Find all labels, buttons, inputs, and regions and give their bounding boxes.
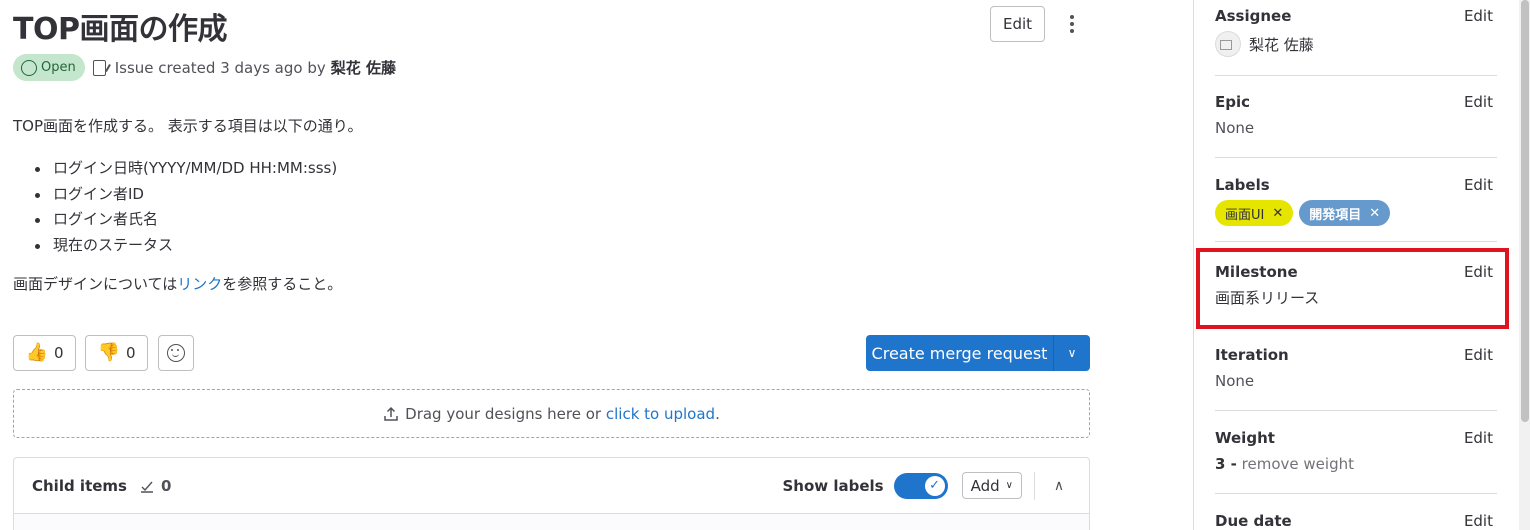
checklist-icon — [140, 481, 153, 493]
description-intro: TOP画面を作成する。 表示する項目は以下の通り。 — [13, 117, 363, 135]
assignee-name[interactable]: 梨花 佐藤 — [1249, 34, 1314, 55]
epic-section: Epic Edit None — [1215, 91, 1497, 139]
list-item: 現在のステータス — [35, 233, 435, 259]
add-child-dropdown[interactable]: Add ∨ — [961, 472, 1022, 499]
description-design-note: 画面デザインについてはリンクを参照すること。 — [13, 274, 342, 294]
assignee-edit-button[interactable]: Edit — [1464, 7, 1493, 25]
thumbs-down-icon: 👎 — [97, 342, 120, 363]
checkmark-icon: ✓ — [924, 475, 945, 496]
list-item: ログイン者ID — [35, 182, 435, 208]
label-chip-text: 画面UI — [1225, 207, 1265, 223]
chevron-up-icon[interactable]: ∧ — [1047, 474, 1071, 498]
merge-request-label[interactable]: Create merge request — [866, 335, 1054, 371]
weight-value: 3 - — [1215, 455, 1237, 473]
milestone-highlight-box — [1196, 248, 1509, 329]
chevron-down-icon: ∨ — [1005, 480, 1013, 491]
close-icon[interactable]: ✕ — [1369, 206, 1380, 221]
labels-edit-button[interactable]: Edit — [1464, 176, 1493, 194]
scrollbar-thumb[interactable] — [1521, 0, 1529, 422]
labels-label: Labels — [1215, 176, 1270, 194]
label-chip-text: 開発項目 — [1309, 207, 1362, 223]
thumbs-up-button[interactable]: 👍 0 — [13, 335, 76, 371]
issue-meta: Open Issue created 3 days ago by 梨花 佐藤 — [13, 54, 396, 81]
design-link[interactable]: リンク — [177, 275, 222, 293]
weight-section: Weight Edit 3 - remove weight — [1215, 427, 1497, 475]
upload-text-end: . — [715, 404, 720, 423]
epic-value: None — [1215, 119, 1255, 137]
child-items-count: 0 — [139, 477, 171, 495]
more-actions-icon[interactable] — [1061, 10, 1083, 38]
iteration-edit-button[interactable]: Edit — [1464, 346, 1493, 364]
click-to-upload-link[interactable]: click to upload — [606, 405, 715, 423]
upload-text: Drag your designs here or click to uploa… — [405, 405, 720, 423]
iteration-section: Iteration Edit None — [1215, 344, 1497, 392]
thumbs-down-count: 0 — [125, 344, 136, 362]
epic-label: Epic — [1215, 93, 1251, 111]
label-chip[interactable]: 画面UI ✕ — [1215, 200, 1294, 226]
issue-main: TOP画面の作成 Edit Open Issue created 3 days … — [0, 0, 1100, 530]
show-labels-label: Show labels — [782, 476, 884, 495]
edit-issue-button[interactable]: Edit — [990, 6, 1045, 42]
design-upload-dropzone[interactable]: Drag your designs here or click to uploa… — [13, 389, 1090, 438]
due-date-edit-button[interactable]: Edit — [1464, 512, 1493, 530]
child-items-card: Child items 0 Show labels ✓ Add ∨ ∧ — [13, 457, 1090, 530]
assignee-section: Assignee Edit 梨花 佐藤 — [1215, 5, 1497, 57]
list-item: ログイン者氏名 — [35, 207, 435, 233]
child-items-title: Child items — [32, 476, 127, 495]
child-count-value: 0 — [160, 476, 172, 495]
add-reaction-button[interactable] — [158, 335, 194, 371]
issue-description: TOP画面を作成する。 表示する項目は以下の通り。 ログイン日時(YYYY/MM… — [13, 116, 363, 293]
iteration-value: None — [1215, 372, 1255, 390]
thumbs-up-count: 0 — [53, 344, 64, 362]
smiley-icon — [167, 344, 185, 362]
issue-type-icon — [92, 59, 106, 76]
thumbs-down-button[interactable]: 👎 0 — [85, 335, 148, 371]
close-icon[interactable]: ✕ — [1272, 206, 1283, 221]
upload-text-main: Drag your designs here or — [405, 404, 602, 423]
issue-title: TOP画面の作成 — [13, 12, 227, 47]
create-merge-request-button[interactable]: Create merge request ∨ — [866, 335, 1090, 371]
avatar[interactable] — [1215, 31, 1241, 57]
due-date-label: Due date — [1215, 512, 1292, 530]
created-text: Issue created 3 days ago by — [114, 58, 326, 77]
chevron-down-icon[interactable]: ∨ — [1054, 335, 1090, 371]
assignee-label: Assignee — [1215, 7, 1292, 25]
design-note-text: 画面デザインについては — [13, 275, 178, 293]
child-items-header: Child items 0 Show labels ✓ Add ∨ ∧ — [14, 458, 1089, 514]
description-list: ログイン日時(YYYY/MM/DD HH:MM:sss) ログイン者ID ログイ… — [35, 156, 435, 258]
design-note-text-end: を参照すること。 — [222, 275, 343, 293]
status-badge: Open — [13, 54, 85, 81]
show-labels-toggle[interactable]: ✓ — [893, 472, 948, 499]
author-link[interactable]: 梨花 佐藤 — [331, 57, 396, 78]
open-circle-icon — [21, 59, 37, 76]
epic-edit-button[interactable]: Edit — [1464, 93, 1493, 111]
iteration-label: Iteration — [1215, 346, 1289, 364]
weight-label: Weight — [1215, 429, 1275, 447]
due-date-section: Due date Edit — [1215, 510, 1497, 530]
add-label: Add — [970, 476, 1000, 495]
status-label: Open — [41, 60, 76, 75]
remove-weight-link[interactable]: remove weight — [1242, 455, 1354, 473]
label-chip[interactable]: 開発項目 ✕ — [1299, 200, 1391, 226]
upload-icon — [384, 406, 398, 421]
labels-section: Labels Edit 画面UI ✕ 開発項目 ✕ — [1215, 174, 1497, 226]
weight-edit-button[interactable]: Edit — [1464, 429, 1493, 447]
thumbs-up-icon: 👍 — [25, 342, 48, 363]
list-item: ログイン日時(YYYY/MM/DD HH:MM:sss) — [35, 156, 435, 182]
